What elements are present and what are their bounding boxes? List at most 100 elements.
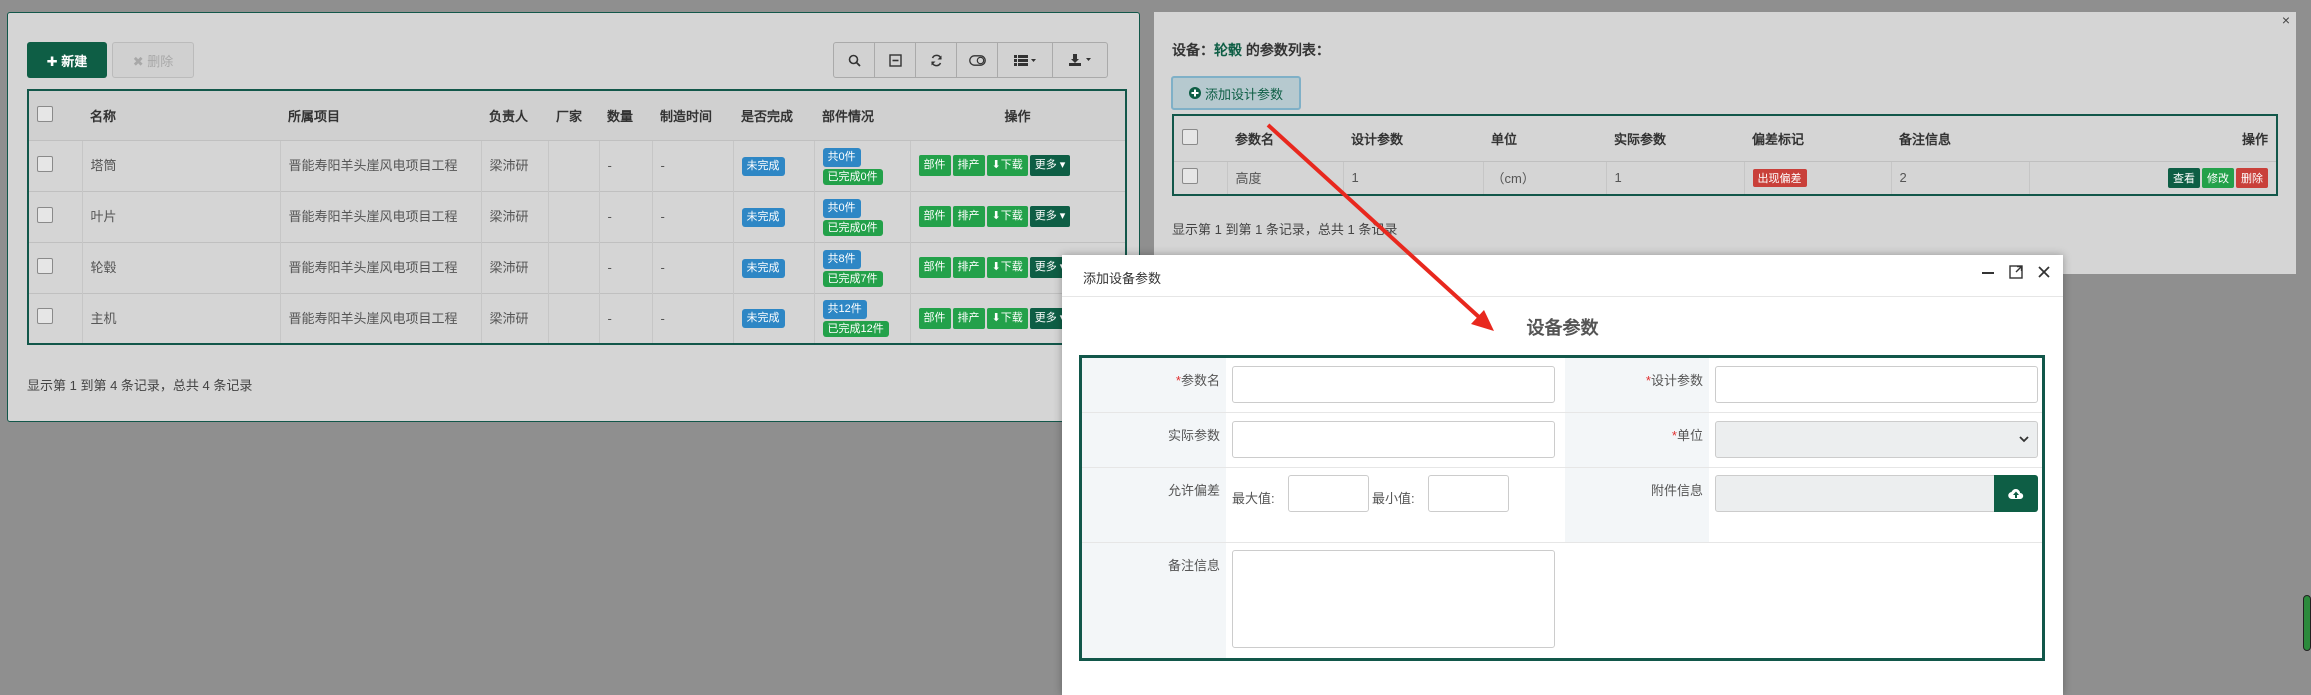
remark-textarea[interactable] — [1232, 550, 1555, 648]
edit-button[interactable]: 修改 — [2202, 167, 2234, 188]
col-header[interactable]: 设计参数 — [1343, 115, 1483, 161]
quantity: - — [598, 190, 652, 242]
device-link[interactable]: 轮毂 — [1214, 42, 1242, 58]
parts-button[interactable]: 部件 — [918, 257, 951, 278]
form-icon[interactable] — [874, 42, 916, 78]
view-button[interactable]: 查看 — [2168, 167, 2200, 188]
refresh-icon[interactable] — [915, 42, 957, 78]
download-label: 下载 — [1000, 311, 1023, 324]
col-header[interactable]: 偏差标记 — [1744, 115, 1891, 161]
schedule-button[interactable]: 排产 — [952, 307, 985, 329]
row-checkbox[interactable] — [37, 206, 53, 223]
row-checkbox[interactable] — [37, 155, 53, 172]
row-checkbox[interactable] — [1182, 168, 1198, 185]
attachment-label: 附件信息 — [1565, 468, 1709, 542]
parts-button[interactable]: 部件 — [918, 206, 951, 227]
col-header[interactable]: 制造时间 — [652, 90, 733, 140]
table-row[interactable]: 塔筒 晋能寿阳羊头崖风电项目工程 梁沛研 - - 未完成 共0件 已完成0件 部… — [28, 139, 1126, 191]
col-header[interactable]: 参数名 — [1227, 115, 1343, 161]
vendor — [547, 139, 599, 191]
quantity: - — [598, 139, 652, 191]
param-name-input[interactable] — [1232, 366, 1555, 403]
schedule-button[interactable]: 排产 — [952, 257, 985, 278]
manufacture-date: - — [651, 241, 733, 293]
table-row[interactable]: 高度 1 （cm） 1 出现偏差 2 查看 修改 删除 — [1173, 160, 2277, 195]
col-header[interactable]: 部件情况 — [814, 90, 910, 140]
plus-circle-icon — [1188, 87, 1201, 99]
select-all-cell — [1173, 115, 1227, 161]
tolerance-label: 允许偏差 — [1082, 468, 1226, 542]
download-button[interactable]: ⬇下载 — [986, 257, 1028, 278]
delete-button[interactable]: ✖ 删除 — [112, 42, 194, 78]
columns-icon[interactable] — [997, 42, 1053, 78]
row-actions: 部件排产⬇下载更多 ▾ — [909, 139, 1126, 191]
attachment-input[interactable] — [1715, 475, 1995, 512]
max-label: 最大值: — [1232, 491, 1275, 506]
remark-label: 备注信息 — [1082, 543, 1226, 658]
label-text: 参数名 — [1180, 373, 1220, 388]
schedule-button[interactable]: 排产 — [952, 206, 985, 227]
status-cell: 未完成 — [732, 190, 814, 242]
close-icon[interactable]: × — [2282, 12, 2290, 28]
download-button[interactable]: ⬇下载 — [986, 307, 1028, 329]
row-checkbox[interactable] — [37, 308, 53, 325]
status-badge: 未完成 — [741, 258, 785, 278]
search-icon[interactable] — [833, 42, 875, 78]
minimize-icon[interactable] — [1981, 265, 1995, 283]
owner: 梁沛研 — [480, 241, 548, 293]
table-row[interactable]: 叶片 晋能寿阳羊头崖风电项目工程 梁沛研 - - 未完成 共0件 已完成0件 部… — [28, 190, 1126, 242]
export-icon[interactable] — [1052, 42, 1108, 78]
more-button[interactable]: 更多 ▾ — [1029, 206, 1071, 227]
delete-row-button[interactable]: 删除 — [2236, 167, 2268, 188]
cloud-upload-icon[interactable] — [1994, 475, 2038, 512]
schedule-button[interactable]: 排产 — [952, 155, 985, 176]
parts-button[interactable]: 部件 — [918, 307, 951, 329]
more-label: 更多 — [1034, 311, 1057, 324]
actual-param-input[interactable] — [1232, 421, 1555, 458]
download-icon: ⬇ — [991, 311, 1001, 324]
min-input[interactable] — [1428, 475, 1509, 512]
parts-total-badge: 共0件 — [822, 147, 861, 167]
more-button[interactable]: 更多 ▾ — [1029, 155, 1071, 176]
max-input[interactable] — [1288, 475, 1369, 512]
col-header[interactable]: 单位 — [1483, 115, 1606, 161]
quantity: - — [598, 292, 652, 344]
close-icon[interactable] — [2037, 265, 2051, 283]
col-header[interactable]: 名称 — [82, 90, 280, 140]
min-label: 最小值: — [1372, 491, 1415, 506]
owner: 梁沛研 — [480, 190, 548, 242]
manufacture-date: - — [651, 292, 733, 344]
manufacture-date: - — [651, 190, 733, 242]
col-header[interactable]: 所属项目 — [280, 90, 481, 140]
vendor — [547, 190, 599, 242]
add-param-modal: 添加设备参数 设备参数 *参数名 *设计参数 实际参数 *单位 允许偏差 最大值… — [1062, 255, 2063, 695]
col-header[interactable]: 是否完成 — [733, 90, 814, 140]
parts-done-badge: 已完成12件 — [822, 321, 889, 338]
table-row[interactable]: 主机 晋能寿阳羊头崖风电项目工程 梁沛研 - - 未完成 共12件 已完成12件… — [28, 292, 1126, 344]
add-design-param-button[interactable]: 添加设计参数 — [1171, 76, 1301, 110]
more-label: 更多 — [1034, 210, 1057, 222]
design-param-input[interactable] — [1715, 366, 2038, 403]
toggle-icon[interactable] — [956, 42, 998, 78]
select-all-checkbox[interactable] — [1182, 128, 1198, 145]
maximize-icon[interactable] — [2009, 265, 2023, 283]
col-header[interactable]: 负责人 — [481, 90, 548, 140]
parts-cell: 共12件 已完成12件 — [813, 292, 910, 344]
col-header[interactable]: 厂家 — [548, 90, 599, 140]
table-row[interactable]: 轮毂 晋能寿阳羊头崖风电项目工程 梁沛研 - - 未完成 共8件 已完成7件 部… — [28, 241, 1126, 293]
download-button[interactable]: ⬇下载 — [986, 155, 1028, 176]
new-button[interactable]: ✚ 新建 — [27, 42, 107, 78]
col-header[interactable]: 数量 — [599, 90, 652, 140]
device-title: 设备：轮毂 的参数列表： — [1172, 40, 1330, 60]
col-header[interactable]: 实际参数 — [1606, 115, 1744, 161]
unit-select[interactable] — [1715, 421, 2038, 458]
project-name: 晋能寿阳羊头崖风电项目工程 — [279, 292, 481, 344]
col-header[interactable]: 备注信息 — [1891, 115, 2029, 161]
download-button[interactable]: ⬇下载 — [986, 206, 1028, 227]
owner: 梁沛研 — [480, 292, 548, 344]
chevron-down-icon — [2019, 432, 2029, 446]
parts-button[interactable]: 部件 — [918, 155, 951, 176]
page-scrollbar[interactable] — [2303, 595, 2311, 651]
row-checkbox[interactable] — [37, 257, 53, 274]
select-all-checkbox[interactable] — [37, 105, 53, 122]
